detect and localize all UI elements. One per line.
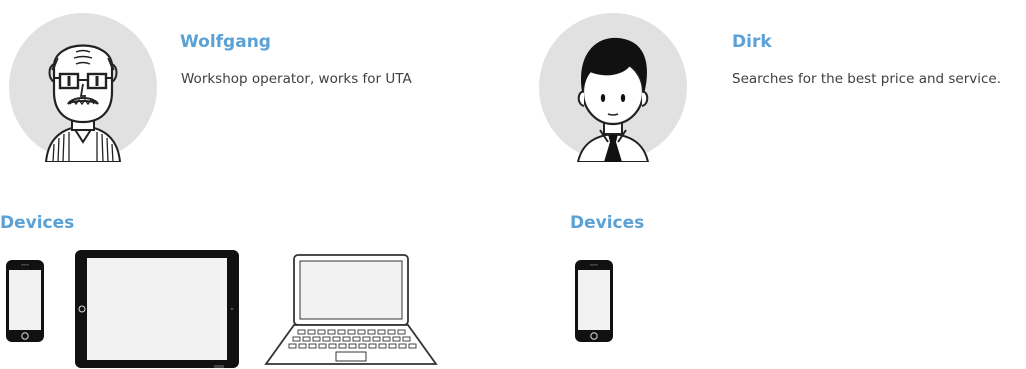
smartphone-icon <box>5 259 45 343</box>
persona-name: Dirk <box>732 32 772 52</box>
laptop-icon <box>264 254 438 368</box>
smartphone-icon <box>574 259 614 343</box>
devices-heading: Devices <box>570 213 645 233</box>
persona-description: Searches for the best price and service. <box>732 71 1002 87</box>
persona-description: Workshop operator, works for UTA <box>181 71 412 87</box>
avatar-dirk <box>538 12 688 162</box>
avatar-wolfgang <box>8 12 158 162</box>
tablet-icon <box>74 249 240 369</box>
devices-heading: Devices <box>0 213 75 233</box>
avatar-young-man-tie-icon <box>539 13 687 162</box>
persona-name: Wolfgang <box>180 32 271 52</box>
avatar-older-man-glasses-mustache-icon <box>9 13 157 162</box>
